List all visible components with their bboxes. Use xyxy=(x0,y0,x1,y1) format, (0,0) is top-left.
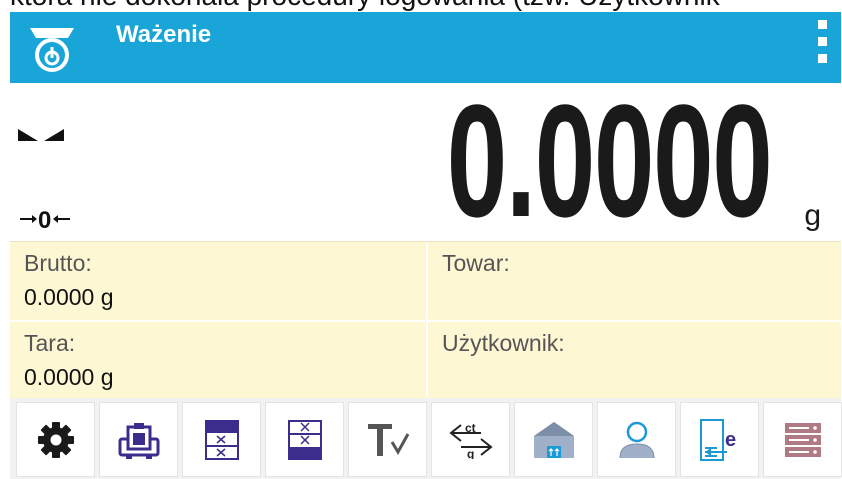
calibration-button[interactable] xyxy=(99,402,178,477)
tara-set-button[interactable] xyxy=(348,402,427,477)
tara-set-icon xyxy=(367,423,409,456)
export-icon: e xyxy=(699,418,736,461)
gross-value: 0.0000 g xyxy=(24,284,114,310)
settings-icon xyxy=(37,421,74,458)
database-button[interactable] xyxy=(763,402,842,477)
product-database-button[interactable] xyxy=(514,402,593,477)
weight-calibration-icon xyxy=(118,422,159,459)
product-cell[interactable]: Towar: xyxy=(426,242,841,319)
weight-unit: g xyxy=(804,199,821,232)
tare-icon xyxy=(204,419,239,460)
svg-text:0: 0 xyxy=(38,207,51,233)
bottom-toolbar: ct g e xyxy=(10,398,842,479)
tare-value: 0.0000 g xyxy=(24,364,114,390)
user-label: Użytkownik: xyxy=(442,330,565,356)
document-caption-text: która nie dokonała procedury logowania (… xyxy=(10,0,840,12)
zero-indicator-icon: 0 xyxy=(18,203,78,234)
product-label: Towar: xyxy=(442,250,510,276)
scale-icon xyxy=(26,22,78,74)
tare-button[interactable] xyxy=(182,402,261,477)
svg-text:g: g xyxy=(467,447,474,459)
svg-text:e: e xyxy=(725,429,736,451)
more-vertical-icon[interactable] xyxy=(815,20,829,76)
page-title: Ważenie xyxy=(116,21,212,48)
database-icon xyxy=(784,422,821,457)
tare-label: Tara: xyxy=(24,330,76,356)
weight-display: 0 0.0000 g xyxy=(10,71,841,250)
unit-change-button[interactable]: ct g xyxy=(431,402,510,477)
weight-value: 0.0000 xyxy=(446,71,772,250)
gross-cell: Brutto: 0.0000 g xyxy=(10,242,425,319)
info-panel: Brutto: 0.0000 g Towar: Tara: 0.0000 g U… xyxy=(10,241,841,398)
zero-button[interactable] xyxy=(265,402,344,477)
user-icon xyxy=(619,421,654,458)
unit-change-icon: ct g xyxy=(448,421,493,459)
stable-icon xyxy=(18,127,64,149)
gross-label: Brutto: xyxy=(24,250,92,276)
user-button[interactable] xyxy=(597,402,676,477)
tare-cell: Tara: 0.0000 g xyxy=(10,320,425,397)
export-button[interactable]: e xyxy=(680,402,759,477)
zero-icon xyxy=(287,419,322,460)
settings-button[interactable] xyxy=(16,402,95,477)
product-database-icon xyxy=(533,421,574,458)
user-cell[interactable]: Użytkownik: xyxy=(426,320,841,397)
svg-text:ct: ct xyxy=(465,421,476,435)
